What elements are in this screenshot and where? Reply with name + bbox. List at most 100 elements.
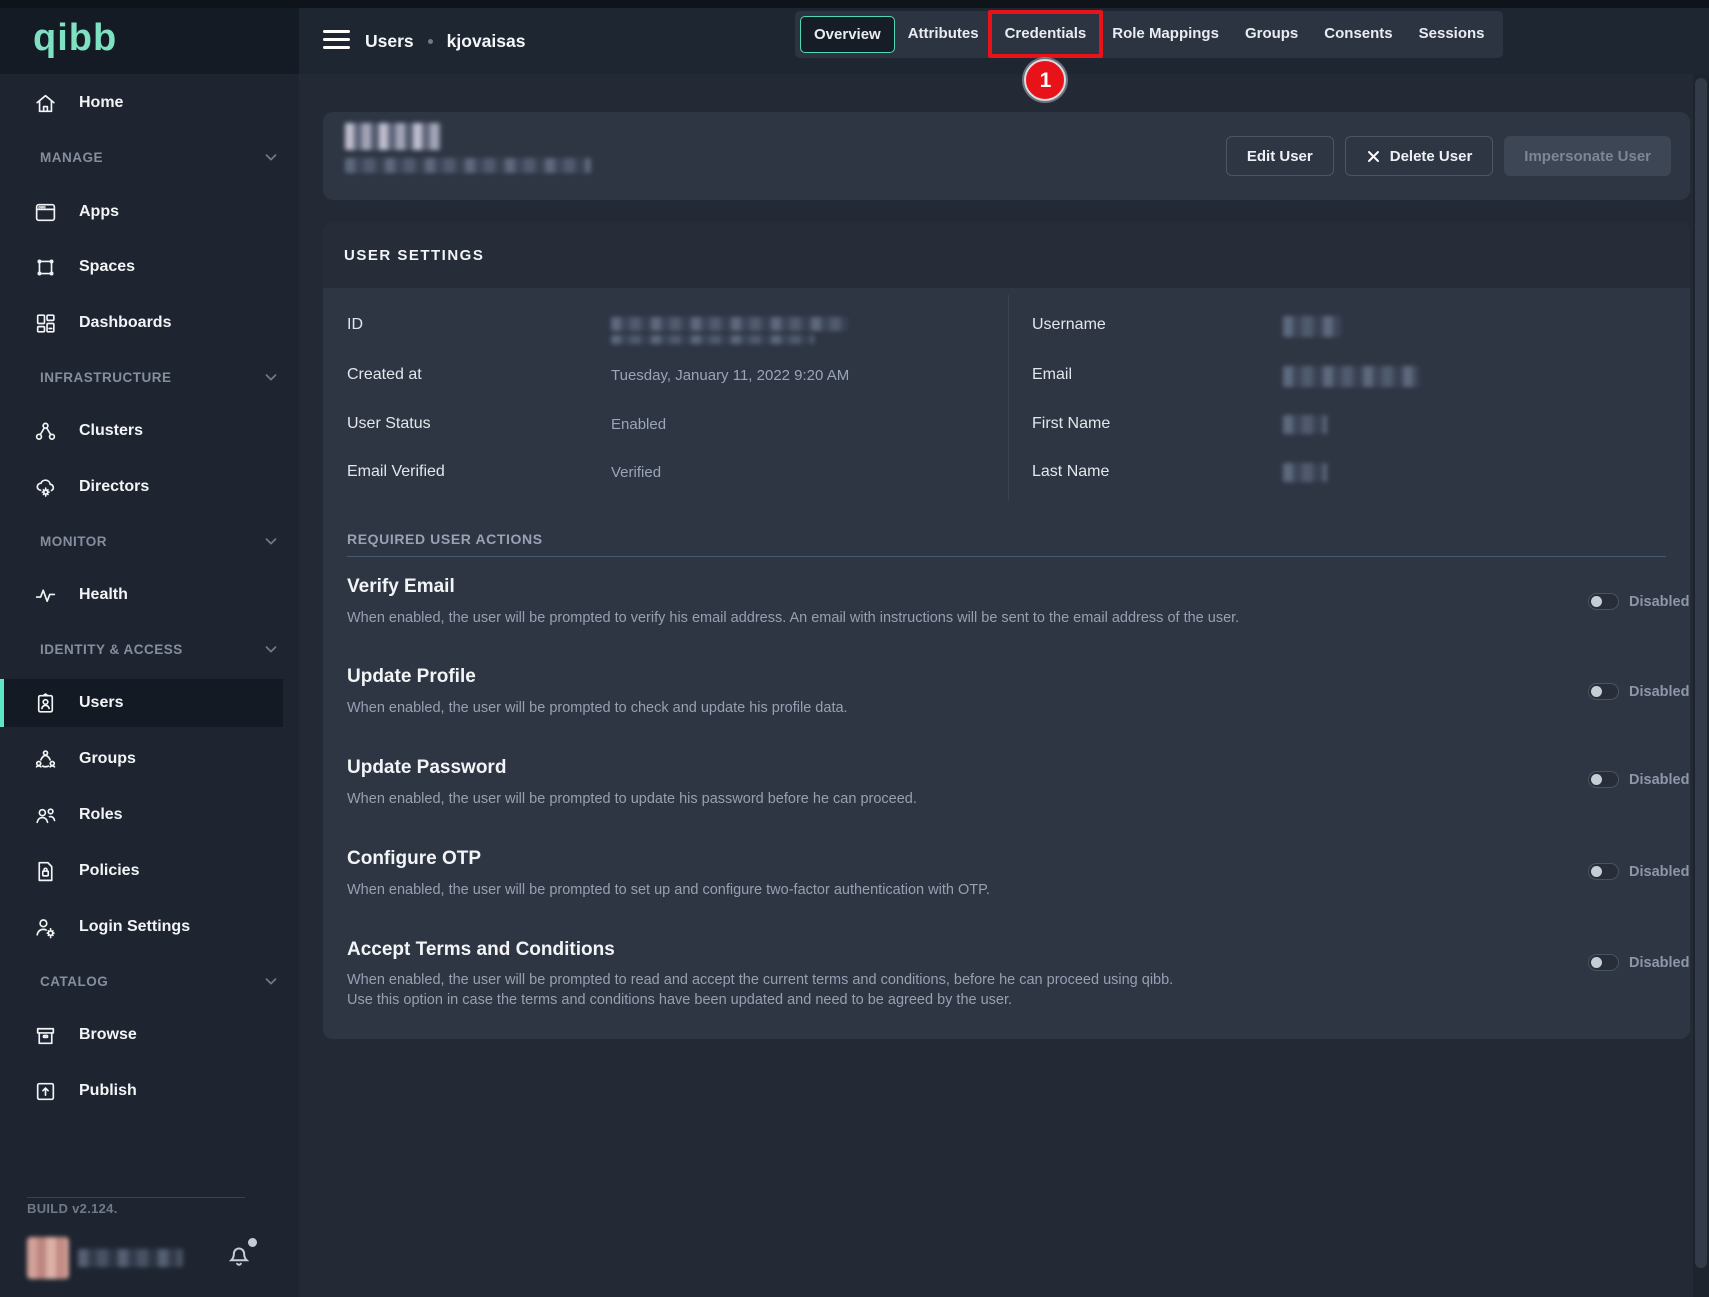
sidebar-item-label: Roles xyxy=(79,806,123,824)
sidebar-item-label: Health xyxy=(79,586,128,604)
roles-icon xyxy=(33,803,58,828)
action-title-accept-terms: Accept Terms and Conditions xyxy=(347,939,615,961)
sidebar-section-identity-access[interactable]: IDENTITY & ACCESS xyxy=(40,637,280,661)
notifications-button[interactable] xyxy=(224,1240,260,1276)
action-title-configure-otp: Configure OTP xyxy=(347,848,481,870)
delete-user-button[interactable]: Delete User xyxy=(1345,136,1494,176)
login-settings-icon xyxy=(33,915,58,940)
field-value-email-verified: Verified xyxy=(611,464,661,481)
sidebar-item-clusters[interactable]: Clusters xyxy=(0,407,299,455)
action-desc: When enabled, the user will be prompted … xyxy=(347,791,917,807)
tab-sessions[interactable]: Sessions xyxy=(1406,16,1498,53)
window-top-strip xyxy=(0,0,1709,8)
sidebar-section-catalog[interactable]: CATALOG xyxy=(40,969,280,993)
breadcrumb-current[interactable]: kjovaisas xyxy=(447,31,526,52)
tab-attributes[interactable]: Attributes xyxy=(895,16,992,53)
toggle-state-label: Disabled xyxy=(1629,864,1689,880)
clusters-icon xyxy=(33,419,58,444)
section-title: MANAGE xyxy=(40,150,103,165)
scrollbar-thumb[interactable] xyxy=(1695,78,1707,1268)
groups-icon xyxy=(33,747,58,772)
browse-icon xyxy=(33,1023,58,1048)
sidebar-item-users[interactable]: Users xyxy=(0,679,283,727)
tab-groups[interactable]: Groups xyxy=(1232,16,1311,53)
field-label-email-verified: Email Verified xyxy=(347,463,445,481)
impersonate-user-button[interactable]: Impersonate User xyxy=(1504,136,1671,176)
tab-role-mappings[interactable]: Role Mappings xyxy=(1099,16,1232,53)
sidebar-section-monitor[interactable]: MONITOR xyxy=(40,529,280,553)
field-value-last-name-redacted xyxy=(1283,463,1327,482)
user-card-actions: Edit User Delete User Impersonate User xyxy=(1226,136,1671,176)
sidebar-item-label: Spaces xyxy=(79,258,135,276)
breadcrumb-section[interactable]: Users xyxy=(365,31,414,52)
sidebar-item-roles[interactable]: Roles xyxy=(0,791,299,839)
sidebar-item-label: Login Settings xyxy=(79,918,190,936)
field-value-created-at: Tuesday, January 11, 2022 9:20 AM xyxy=(611,367,849,384)
sidebar-item-label: Users xyxy=(79,694,123,712)
tab-label: Credentials xyxy=(1005,25,1087,42)
sidebar-section-manage[interactable]: MANAGE xyxy=(40,145,280,169)
sidebar-item-spaces[interactable]: Spaces xyxy=(0,243,299,291)
required-actions-divider xyxy=(347,556,1666,557)
configure-otp-toggle[interactable] xyxy=(1588,863,1619,880)
field-label-email: Email xyxy=(1032,366,1072,384)
sidebar-item-login-settings[interactable]: Login Settings xyxy=(0,903,299,951)
logo-box: qibb xyxy=(0,8,299,74)
required-actions-title: REQUIRED USER ACTIONS xyxy=(347,531,543,547)
section-title: INFRASTRUCTURE xyxy=(40,370,172,385)
chevron-down-icon xyxy=(262,368,280,386)
toggle-knob xyxy=(1591,686,1602,697)
sidebar-item-publish[interactable]: Publish xyxy=(0,1067,299,1115)
notification-dot xyxy=(248,1238,257,1247)
field-value-first-name-redacted xyxy=(1283,415,1327,434)
sidebar-item-browse[interactable]: Browse xyxy=(0,1011,299,1059)
toggle-knob xyxy=(1591,957,1602,968)
sidebar-item-label: Dashboards xyxy=(79,314,171,332)
sidebar-item-health[interactable]: Health xyxy=(0,571,299,619)
edit-user-button[interactable]: Edit User xyxy=(1226,136,1334,176)
accept-terms-toggle[interactable] xyxy=(1588,954,1619,971)
tab-overview[interactable]: Overview xyxy=(800,16,895,53)
scrollbar-track[interactable] xyxy=(1693,74,1709,1297)
field-label-user-status: User Status xyxy=(347,415,431,433)
settings-card-title: USER SETTINGS xyxy=(323,222,1690,288)
user-subtitle-redacted xyxy=(345,158,591,173)
tab-credentials[interactable]: Credentials 1 xyxy=(992,16,1100,53)
sidebar-item-label: Groups xyxy=(79,750,136,768)
sidebar-item-directors[interactable]: Directors xyxy=(0,463,299,511)
sidebar-item-apps[interactable]: Apps xyxy=(0,188,299,236)
user-settings-card: USER SETTINGS ID Created at Tuesday, Jan… xyxy=(323,222,1690,1039)
verify-email-toggle[interactable] xyxy=(1588,593,1619,610)
action-desc: Use this option in case the terms and co… xyxy=(347,992,1012,1008)
delete-user-label: Delete User xyxy=(1390,148,1473,165)
action-desc: When enabled, the user will be prompted … xyxy=(347,972,1173,988)
update-password-toggle-row: Disabled xyxy=(1588,771,1689,788)
accept-terms-toggle-row: Disabled xyxy=(1588,954,1689,971)
publish-icon xyxy=(33,1079,58,1104)
field-label-id: ID xyxy=(347,316,363,334)
user-tabs: Overview Attributes Credentials 1 Role M… xyxy=(795,11,1503,58)
action-desc: When enabled, the user will be prompted … xyxy=(347,700,848,716)
action-desc: When enabled, the user will be prompted … xyxy=(347,882,990,898)
sidebar-section-infrastructure[interactable]: INFRASTRUCTURE xyxy=(40,365,280,389)
top-header: Users kjovaisas Overview Attributes Cred… xyxy=(299,8,1709,74)
dashboards-icon xyxy=(33,311,58,336)
qibb-logo[interactable]: qibb xyxy=(33,17,117,60)
main-content: Edit User Delete User Impersonate User U… xyxy=(299,74,1709,1297)
sidebar-item-groups[interactable]: Groups xyxy=(0,735,299,783)
action-desc: When enabled, the user will be prompted … xyxy=(347,610,1239,626)
spaces-icon xyxy=(33,255,58,280)
sidebar-item-dashboards[interactable]: Dashboards xyxy=(0,299,299,347)
menu-toggle-button[interactable] xyxy=(323,30,351,53)
update-profile-toggle[interactable] xyxy=(1588,683,1619,700)
sidebar-item-policies[interactable]: Policies xyxy=(0,847,299,895)
toggle-state-label: Disabled xyxy=(1629,955,1689,971)
update-password-toggle[interactable] xyxy=(1588,771,1619,788)
sidebar-item-label: Directors xyxy=(79,478,149,496)
tab-consents[interactable]: Consents xyxy=(1311,16,1405,53)
sidebar-item-label: Policies xyxy=(79,862,139,880)
avatar[interactable] xyxy=(27,1237,69,1279)
action-title-update-profile: Update Profile xyxy=(347,666,476,688)
toggle-knob xyxy=(1591,866,1602,877)
sidebar-item-home[interactable]: Home xyxy=(0,79,299,127)
